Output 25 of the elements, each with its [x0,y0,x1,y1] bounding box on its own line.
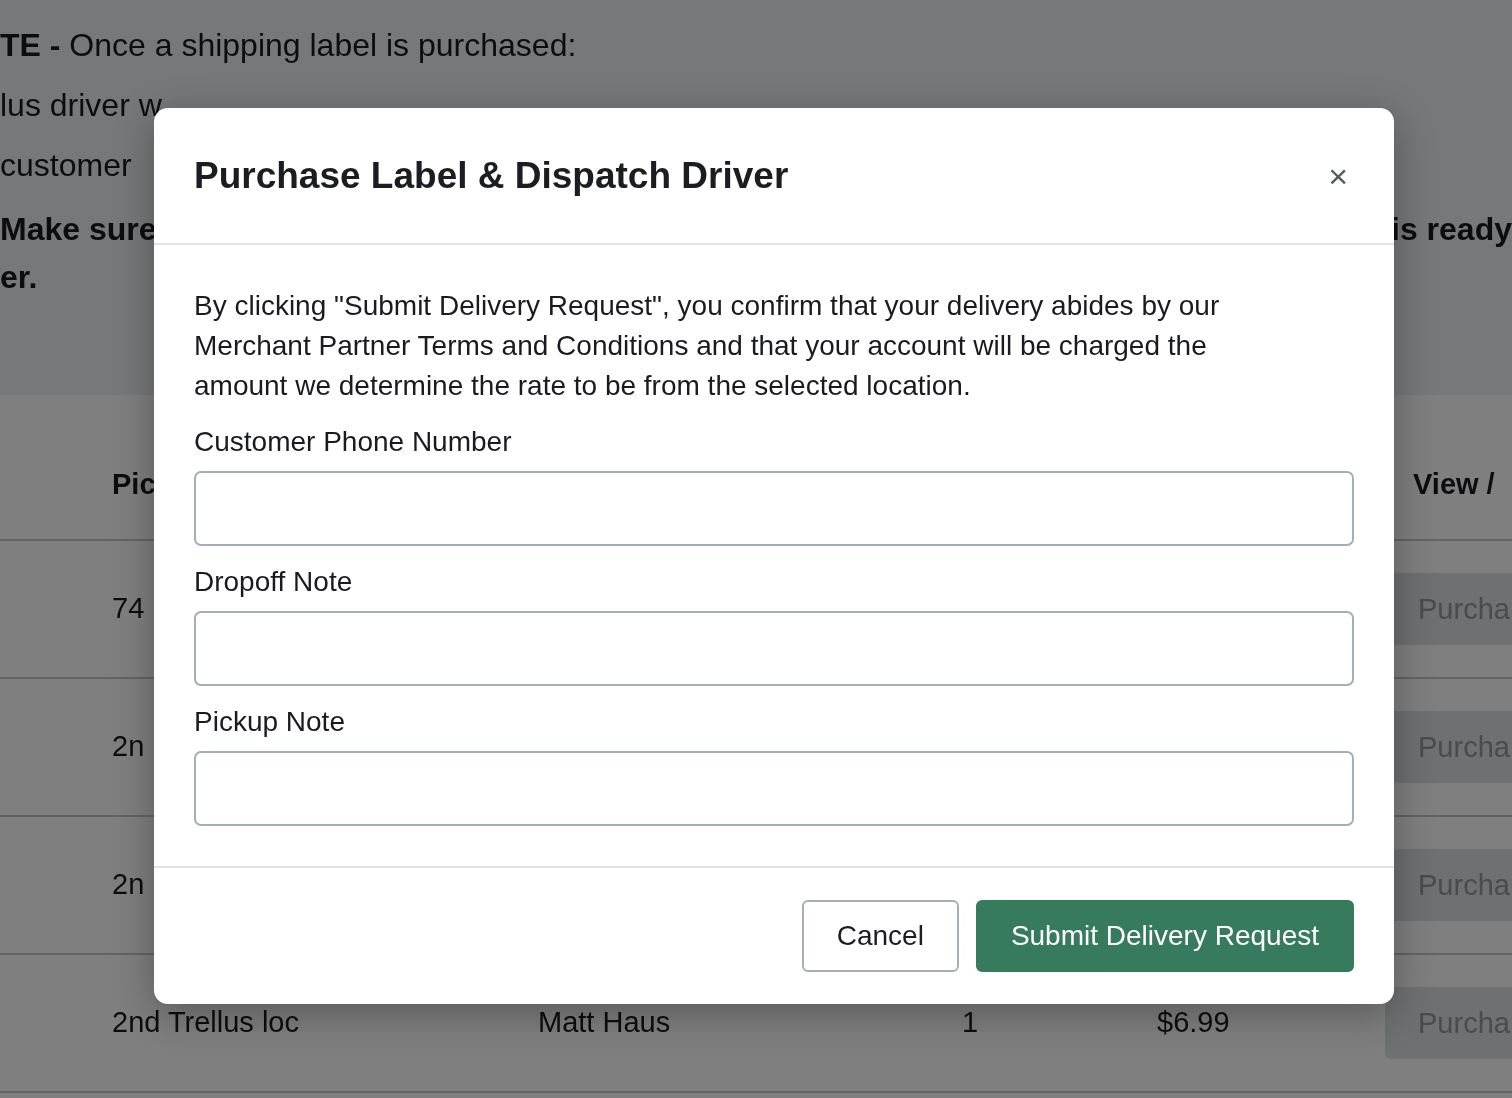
table-cell-text: Matt Haus [538,1005,671,1041]
note-text: lus driver w [0,86,162,125]
table-cell-text: 2nd Trellus loc [112,1005,299,1041]
note-text: TE - Once a shipping label is purchased: [0,26,577,65]
field-label: Pickup Note [194,705,345,739]
table-cell-text: 74 [112,591,145,627]
submit-button[interactable]: Submit Delivery Request [975,900,1354,972]
warning-text: er. [0,258,38,297]
table-cell-text: 2n [112,729,145,765]
table-cell-text: $6.99 [1157,1005,1230,1041]
input-field[interactable] [194,751,1354,826]
dialog-message: By clicking "Submit Delivery Request", you confirm that your delivery abides by our Merchant Partner Terms and Conditions and that your account will be charged the amount we determine the rate to be from the selected location. [194,289,1221,403]
table-cell-text: 2n [112,867,145,903]
column-header: View / [1412,468,1496,501]
input-field[interactable] [194,611,1354,686]
field-label: Dropoff Note [194,565,353,599]
column-header: Pic [112,468,157,501]
note-text: customer [0,146,132,185]
cancel-button[interactable]: Cancel [801,900,959,972]
table-cell-text: 1 [962,1005,979,1041]
warning-text: Make sure [0,210,157,249]
close-button[interactable]: × [1322,158,1354,193]
dialog-title: Purchase Label & Dispatch Driver [194,154,789,197]
field-label: Customer Phone Number [194,425,512,459]
input-field[interactable] [194,471,1354,546]
